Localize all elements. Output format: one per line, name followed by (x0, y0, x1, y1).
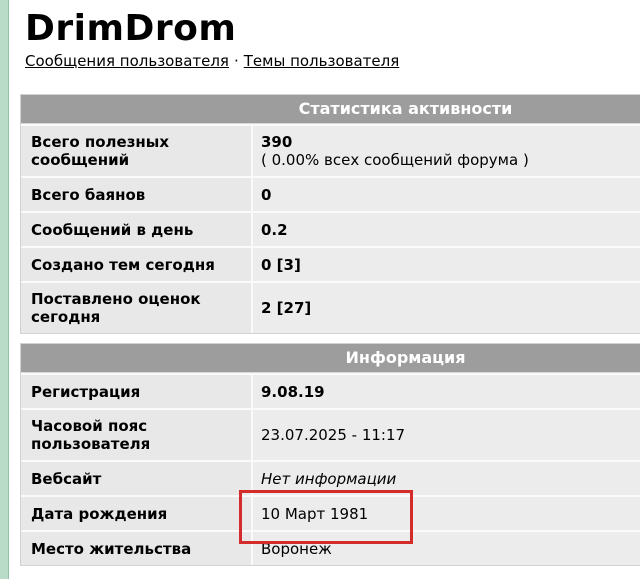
stat-row-posts-per-day: Сообщений в день 0.2 (21, 211, 640, 246)
links-separator: · (233, 52, 239, 70)
stat-value: 0.2 (253, 213, 640, 246)
stat-label: Создано тем сегодня (21, 248, 253, 281)
stat-value: 2 [27] (253, 283, 640, 333)
info-value: Воронеж (253, 532, 640, 565)
info-label: Вебсайт (21, 462, 253, 495)
info-row-location: Место жительства Воронеж (21, 530, 640, 565)
left-accent-bar (0, 0, 8, 579)
user-posts-link[interactable]: Сообщения пользователя (25, 52, 229, 70)
profile-username: DrimDrom (25, 8, 237, 49)
stat-row-topics-today: Создано тем сегодня 0 [3] (21, 246, 640, 281)
info-row-timezone: Часовой пояс пользователя 23.07.2025 - 1… (21, 408, 640, 460)
activity-stats-panel: Статистика активности Всего полезных соо… (20, 94, 640, 334)
stat-value: 0 (253, 178, 640, 211)
profile-links: Сообщения пользователя · Темы пользователя (25, 51, 399, 71)
info-value: 9.08.19 (253, 375, 640, 408)
stat-row-bayans: Всего баянов 0 (21, 176, 640, 211)
info-label: Часовой пояс пользователя (21, 410, 253, 460)
stat-label: Всего баянов (21, 178, 253, 211)
info-row-website: Вебсайт Нет информации (21, 460, 640, 495)
info-label: Дата рождения (21, 497, 253, 530)
left-accent-line (8, 0, 9, 579)
stat-value: 390 ( 0.00% всех сообщений форума ) (253, 126, 640, 176)
info-row-registration: Регистрация 9.08.19 (21, 373, 640, 408)
stat-label: Всего полезных сообщений (21, 126, 253, 176)
info-panel: Информация Регистрация 9.08.19 Часовой п… (20, 343, 640, 566)
info-value: 10 Март 1981 (253, 497, 640, 530)
info-label: Регистрация (21, 375, 253, 408)
stat-value-main: 390 (261, 133, 293, 151)
stat-label: Поставлено оценок сегодня (21, 283, 253, 333)
stat-value: 0 [3] (253, 248, 640, 281)
activity-stats-header: Статистика активности (21, 95, 640, 124)
info-value: 23.07.2025 - 11:17 (253, 410, 640, 460)
info-header: Информация (21, 344, 640, 373)
user-topics-link[interactable]: Темы пользователя (244, 52, 400, 70)
stat-label: Сообщений в день (21, 213, 253, 246)
info-value: Нет информации (253, 462, 640, 495)
stat-value-sub: ( 0.00% всех сообщений форума ) (261, 151, 529, 169)
stat-row-useful-posts: Всего полезных сообщений 390 ( 0.00% все… (21, 124, 640, 176)
info-row-birthday: Дата рождения 10 Март 1981 (21, 495, 640, 530)
stat-row-ratings-today: Поставлено оценок сегодня 2 [27] (21, 281, 640, 333)
info-label: Место жительства (21, 532, 253, 565)
